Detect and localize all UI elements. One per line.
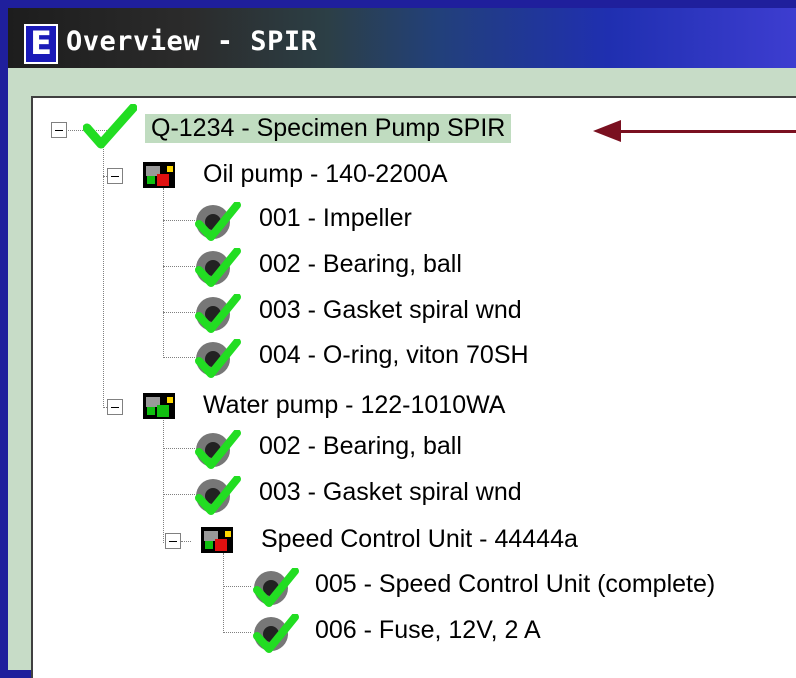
part-check-icon [195, 202, 241, 241]
assembly-icon [143, 393, 175, 419]
assembly-icon [143, 162, 175, 188]
assembly-icon [201, 527, 233, 553]
root-expander[interactable] [51, 122, 67, 138]
part-check-icon [195, 430, 241, 469]
annotation-arrow-line [609, 130, 796, 133]
arrow-head-icon [593, 120, 621, 142]
part-check-icon [195, 248, 241, 287]
part-label[interactable]: 002 - Bearing, ball [259, 432, 462, 461]
group-label-oil-pump[interactable]: Oil pump - 140-2200A [203, 160, 448, 189]
subgroup-label-speed-control[interactable]: Speed Control Unit - 44444a [261, 525, 578, 554]
part-check-icon [253, 614, 299, 653]
group-label-water-pump[interactable]: Water pump - 122-1010WA [203, 391, 505, 420]
part-label[interactable]: 004 - O-ring, viton 70SH [259, 341, 529, 370]
window-frame: E Overview - SPIR Q-1234 - Specimen Pump… [8, 8, 796, 678]
part-check-icon [253, 568, 299, 607]
part-label[interactable]: 001 - Impeller [259, 204, 412, 233]
part-check-icon [195, 476, 241, 515]
part-label[interactable]: 003 - Gasket spiral wnd [259, 478, 522, 507]
check-icon [83, 104, 137, 149]
tree-view[interactable]: Q-1234 - Specimen Pump SPIR Oil pump - 1… [31, 96, 796, 678]
part-label[interactable]: 003 - Gasket spiral wnd [259, 296, 522, 325]
part-check-icon [195, 339, 241, 378]
water-pump-expander[interactable] [107, 399, 123, 415]
oil-pump-expander[interactable] [107, 168, 123, 184]
speed-control-expander[interactable] [165, 533, 181, 549]
part-label[interactable]: 005 - Speed Control Unit (complete) [315, 570, 715, 599]
part-label[interactable]: 002 - Bearing, ball [259, 250, 462, 279]
app-icon[interactable]: E [24, 24, 58, 64]
title-bar[interactable]: E Overview - SPIR [8, 8, 796, 68]
root-node-label[interactable]: Q-1234 - Specimen Pump SPIR [145, 114, 512, 143]
part-label[interactable]: 006 - Fuse, 12V, 2 A [315, 616, 541, 645]
window-title: Overview - SPIR [66, 26, 318, 57]
part-check-icon [195, 294, 241, 333]
